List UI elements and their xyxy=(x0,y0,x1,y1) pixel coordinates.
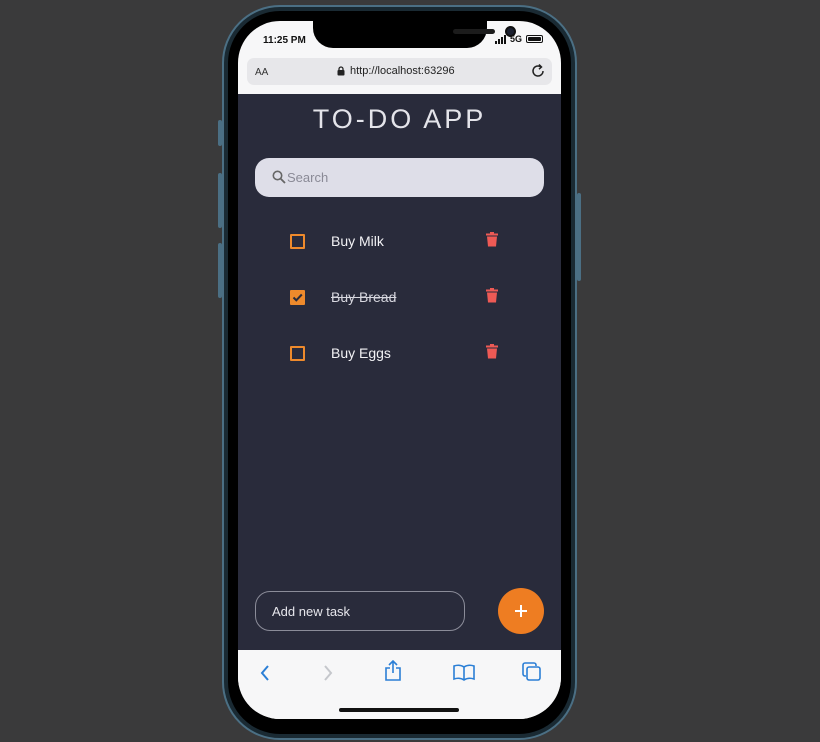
text-size-button[interactable]: AA xyxy=(255,67,268,78)
status-time: 11:25 PM xyxy=(263,35,306,46)
mute-switch xyxy=(218,120,222,146)
plus-icon xyxy=(515,605,527,617)
search-bar[interactable] xyxy=(255,158,544,197)
forward-icon[interactable] xyxy=(322,664,334,682)
todo-item: Buy Bread xyxy=(290,287,510,311)
phone-screen: 11:25 PM 5G AA http://localhost:63296 TO… xyxy=(238,21,561,719)
todo-checkbox[interactable] xyxy=(290,234,305,249)
trash-icon[interactable] xyxy=(486,344,498,359)
power-button xyxy=(577,193,581,281)
todo-checkbox[interactable] xyxy=(290,346,305,361)
todo-label: Buy Milk xyxy=(331,233,384,249)
reload-icon[interactable] xyxy=(530,63,546,79)
url-text: http://localhost:63296 xyxy=(350,65,455,77)
tabs-icon[interactable] xyxy=(522,662,541,681)
todo-label: Buy Bread xyxy=(331,289,397,305)
todo-item: Buy Milk xyxy=(290,231,510,255)
camera xyxy=(505,26,516,37)
add-task-field[interactable] xyxy=(255,591,465,631)
volume-up-button xyxy=(218,173,222,228)
trash-icon[interactable] xyxy=(486,288,498,303)
battery-icon xyxy=(526,35,543,43)
speaker xyxy=(453,29,495,34)
add-task-input[interactable] xyxy=(256,592,464,630)
notch xyxy=(313,21,516,48)
address-bar[interactable]: AA http://localhost:63296 xyxy=(247,58,552,85)
signal-icon xyxy=(494,34,506,44)
page-title: TO-DO APP xyxy=(312,104,487,134)
status-indicators: 5G xyxy=(494,34,543,44)
todo-checkbox[interactable] xyxy=(290,290,305,305)
todo-label: Buy Eggs xyxy=(331,345,391,361)
todo-item: Buy Eggs xyxy=(290,343,510,367)
search-input[interactable] xyxy=(287,158,527,197)
add-task-button[interactable] xyxy=(498,588,544,634)
app-container: TO-DO APP Buy Milk B xyxy=(238,94,561,650)
checkmark-icon xyxy=(292,293,303,302)
volume-down-button xyxy=(218,243,222,298)
share-icon[interactable] xyxy=(384,660,402,682)
search-icon xyxy=(272,170,286,184)
lock-icon xyxy=(337,66,345,76)
bookmarks-icon[interactable] xyxy=(453,663,475,681)
url-display[interactable]: http://localhost:63296 xyxy=(337,65,455,77)
home-indicator[interactable] xyxy=(339,708,459,712)
trash-icon[interactable] xyxy=(486,232,498,247)
back-icon[interactable] xyxy=(259,664,271,682)
